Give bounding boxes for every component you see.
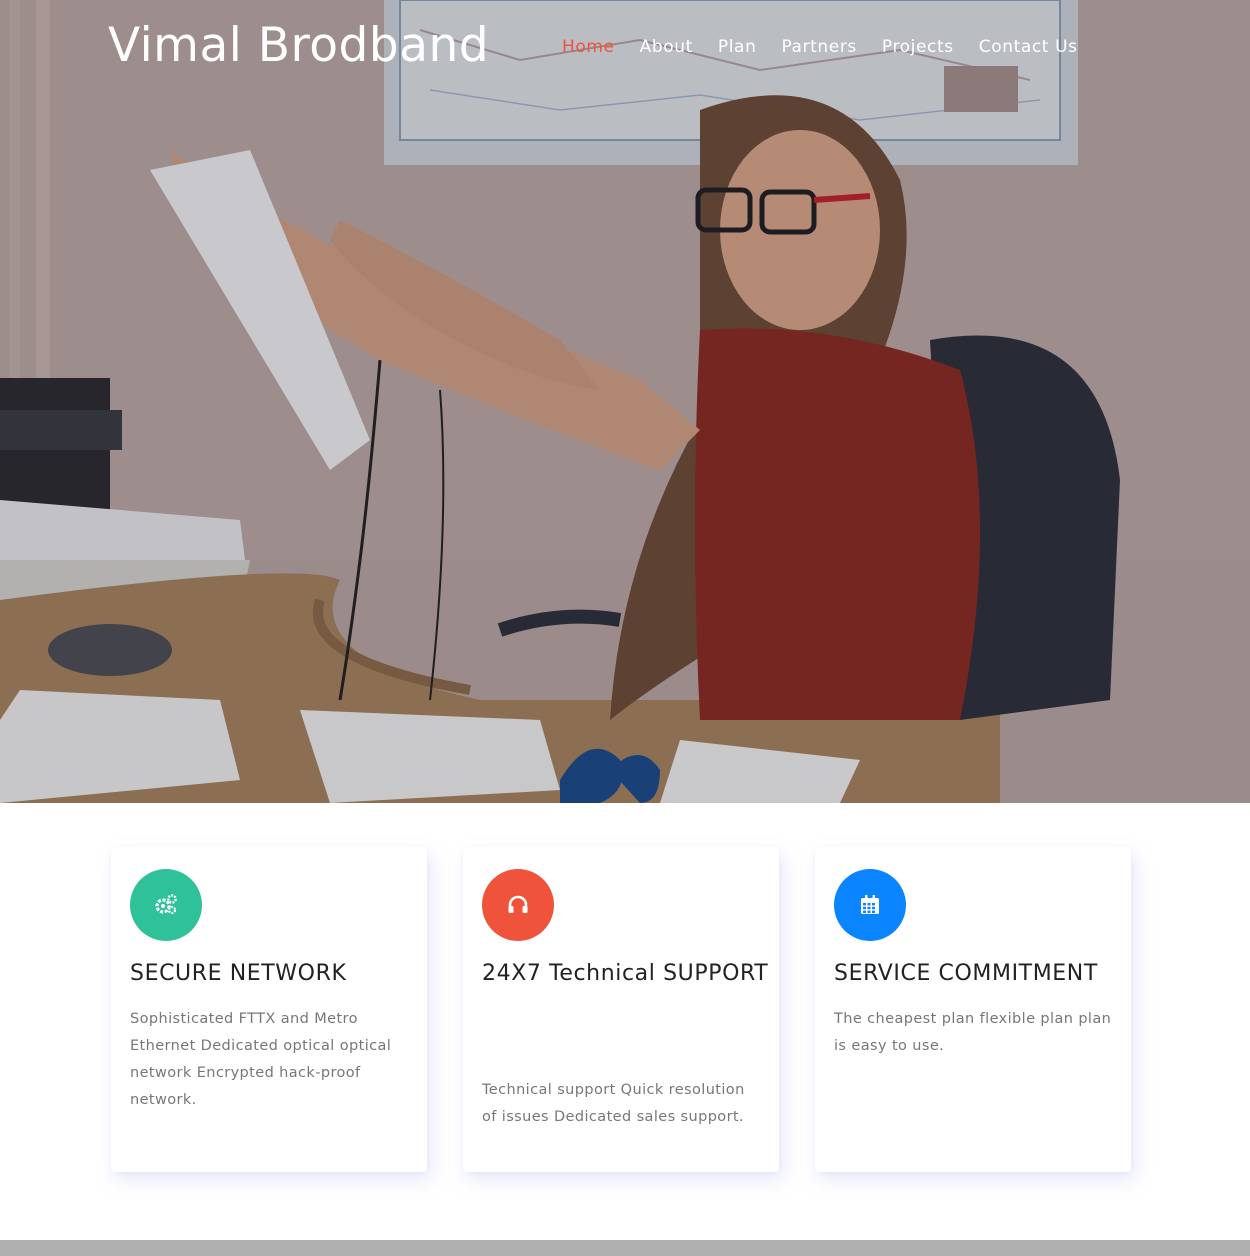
hero-overlay [0, 0, 1250, 803]
hero-banner: Vimal Brodband Home About Plan Partners … [0, 0, 1250, 803]
nav-contact-us[interactable]: Contact Us [979, 37, 1078, 57]
feature-title: 24X7 Technical SUPPORT [482, 961, 769, 986]
feature-card-service-commitment: SERVICE COMMITMENT The cheapest plan fle… [815, 847, 1131, 1172]
main-nav: Home About Plan Partners Projects Contac… [562, 37, 1078, 57]
nav-projects[interactable]: Projects [882, 37, 954, 57]
gears-icon [130, 869, 202, 941]
nav-partners[interactable]: Partners [781, 37, 856, 57]
footer-divider [0, 1240, 1250, 1256]
feature-title: SERVICE COMMITMENT [834, 961, 1098, 986]
nav-plan[interactable]: Plan [718, 37, 757, 57]
brand-logo[interactable]: Vimal Brodband [108, 18, 489, 73]
headphones-icon [482, 869, 554, 941]
feature-description: Sophisticated FTTX and Metro Ethernet De… [130, 1011, 392, 1108]
nav-about[interactable]: About [640, 37, 693, 57]
feature-description: Technical support Quick resolution of is… [482, 1082, 745, 1125]
features-section: SECURE NETWORK Sophisticated FTTX and Me… [0, 803, 1250, 1240]
feature-description: The cheapest plan flexible plan plan is … [834, 1011, 1112, 1054]
feature-card-secure-network: SECURE NETWORK Sophisticated FTTX and Me… [111, 847, 427, 1172]
feature-title: SECURE NETWORK [130, 961, 347, 986]
feature-card-technical-support: 24X7 Technical SUPPORT Technical support… [463, 847, 779, 1172]
nav-home[interactable]: Home [562, 37, 615, 57]
calendar-icon [834, 869, 906, 941]
